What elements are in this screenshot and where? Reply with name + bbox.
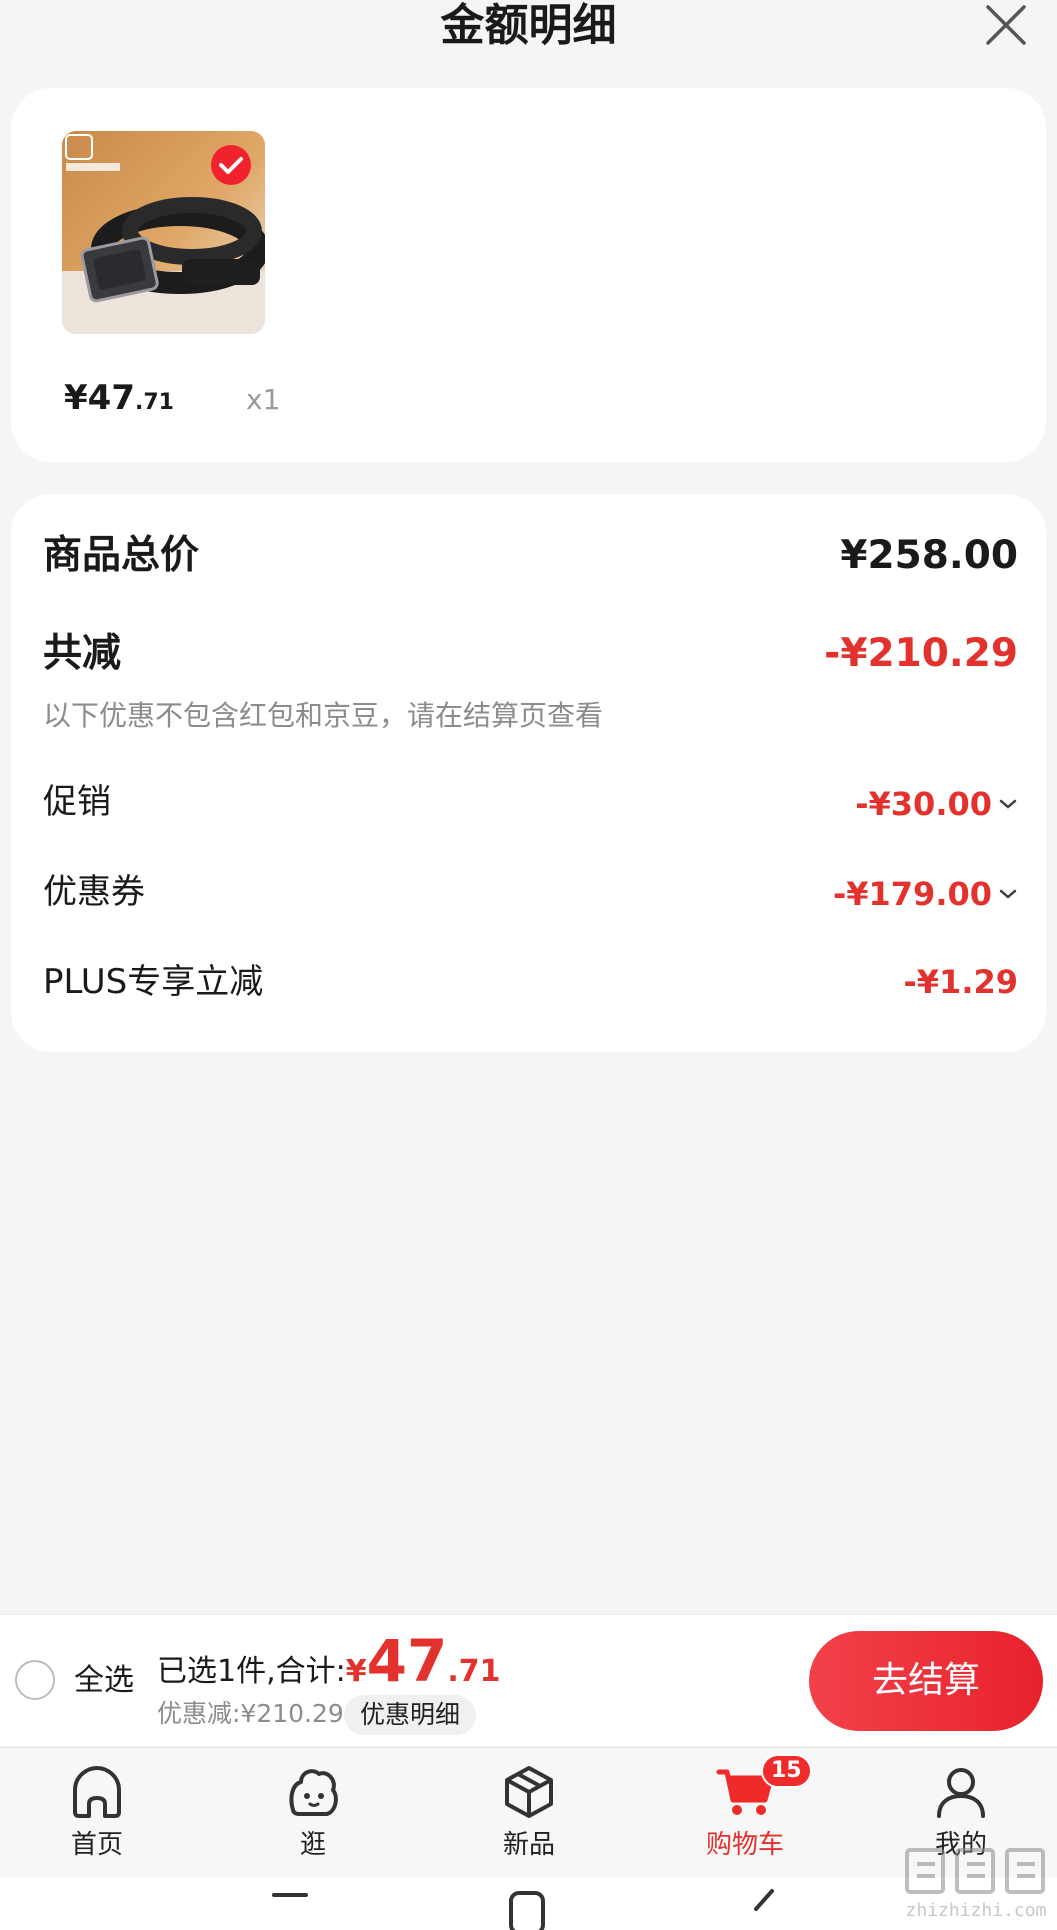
- page-title: 金额明细: [440, 0, 617, 51]
- tab-explore[interactable]: 逛: [243, 1748, 383, 1878]
- cart-count-badge: 15: [761, 1754, 812, 1788]
- total-price-value: ¥258.00: [840, 533, 1018, 578]
- discount-note: 以下优惠不包含红包和京豆，请在结算页查看: [43, 699, 604, 732]
- coupon-value: -¥179.00: [832, 875, 992, 913]
- product-thumbnail[interactable]: [62, 131, 265, 334]
- header: 金额明细: [0, 0, 1057, 72]
- back-icon[interactable]: [742, 1887, 786, 1930]
- explore-icon: [289, 1769, 338, 1816]
- plus-discount-label: PLUS专享立减: [43, 962, 264, 1002]
- tab-home[interactable]: 首页: [27, 1748, 167, 1878]
- promotion-value: -¥30.00: [855, 785, 992, 823]
- promotion-row[interactable]: 促销 -¥30.00: [43, 774, 1018, 830]
- plus-discount-value: -¥1.29: [903, 963, 1019, 1001]
- page: 金额明细 ¥47.71 x1 商品总价 ¥258.00 共减 -¥210.29 …: [0, 0, 1057, 1930]
- tab-cart[interactable]: 15 购物车: [675, 1748, 815, 1878]
- plus-discount-row: PLUS专享立减 -¥1.29: [43, 954, 1018, 1010]
- menu-icon[interactable]: [268, 1887, 312, 1930]
- discount-detail-button[interactable]: 优惠明细: [344, 1695, 477, 1735]
- total-price-label: 商品总价: [43, 533, 200, 578]
- profile-icon: [937, 1768, 985, 1818]
- new-products-icon: [505, 1766, 553, 1818]
- product-quantity: x1: [246, 383, 281, 416]
- total-decimal: .71: [447, 1654, 501, 1689]
- total-currency: ¥: [345, 1654, 367, 1689]
- watermark-text: zhizhizhi.com: [905, 1900, 1047, 1921]
- bottom-tab-bar: 首页 逛 新品 15 购物车 我的: [0, 1747, 1057, 1877]
- select-all-label[interactable]: 全选: [74, 1659, 134, 1703]
- tab-explore-label: 逛: [299, 1830, 326, 1860]
- coupon-value-wrap: -¥179.00: [833, 864, 1018, 922]
- close-icon[interactable]: [985, 4, 1027, 46]
- tab-home-label: 首页: [70, 1830, 123, 1860]
- total-price-row: 商品总价 ¥258.00: [43, 528, 1018, 584]
- promotion-label: 促销: [43, 782, 111, 822]
- price-details-card: 商品总价 ¥258.00 共减 -¥210.29 以下优惠不包含红包和京豆，请在…: [11, 494, 1046, 1052]
- tab-new-products-label: 新品: [502, 1830, 555, 1860]
- home-button-icon[interactable]: [505, 1887, 549, 1930]
- checkout-bar: 全选 已选1件,合计:¥47.71 优惠减:¥210.29 优惠明细 去结算: [0, 1614, 1057, 1746]
- product-card: ¥47.71 x1: [11, 88, 1046, 462]
- total-reduction-label: 共减: [43, 631, 122, 676]
- home-icon: [73, 1766, 121, 1818]
- total-reduction-value: -¥210.29: [824, 631, 1018, 676]
- watermark: zhizhizhi.com: [901, 1842, 1051, 1926]
- chevron-down-icon[interactable]: [998, 798, 1018, 810]
- tab-cart-label: 购物车: [705, 1830, 784, 1860]
- chevron-down-icon[interactable]: [998, 888, 1018, 900]
- select-all-checkbox[interactable]: [15, 1660, 55, 1700]
- tab-new-products[interactable]: 新品: [459, 1748, 599, 1878]
- check-icon[interactable]: [211, 145, 251, 185]
- total-reduction-row: 共减 -¥210.29: [43, 626, 1018, 682]
- product-price-decimal: .71: [134, 390, 174, 415]
- product-price-integer: ¥47: [64, 378, 135, 418]
- total-integer: 47: [366, 1627, 448, 1695]
- coupon-row[interactable]: 优惠券 -¥179.00: [43, 864, 1018, 920]
- selected-count-text: 已选1件,合计:: [157, 1654, 346, 1689]
- selection-summary: 已选1件,合计:¥47.71: [157, 1631, 500, 1691]
- checkout-button[interactable]: 去结算: [809, 1631, 1043, 1731]
- system-navigation-bar: [0, 1877, 1057, 1930]
- discount-summary: 优惠减:¥210.29: [157, 1699, 344, 1728]
- product-price: ¥47.71: [64, 376, 174, 425]
- coupon-label: 优惠券: [43, 872, 145, 912]
- promotion-value-wrap: -¥30.00: [855, 774, 1018, 832]
- watermark-logo: [905, 1848, 1045, 1894]
